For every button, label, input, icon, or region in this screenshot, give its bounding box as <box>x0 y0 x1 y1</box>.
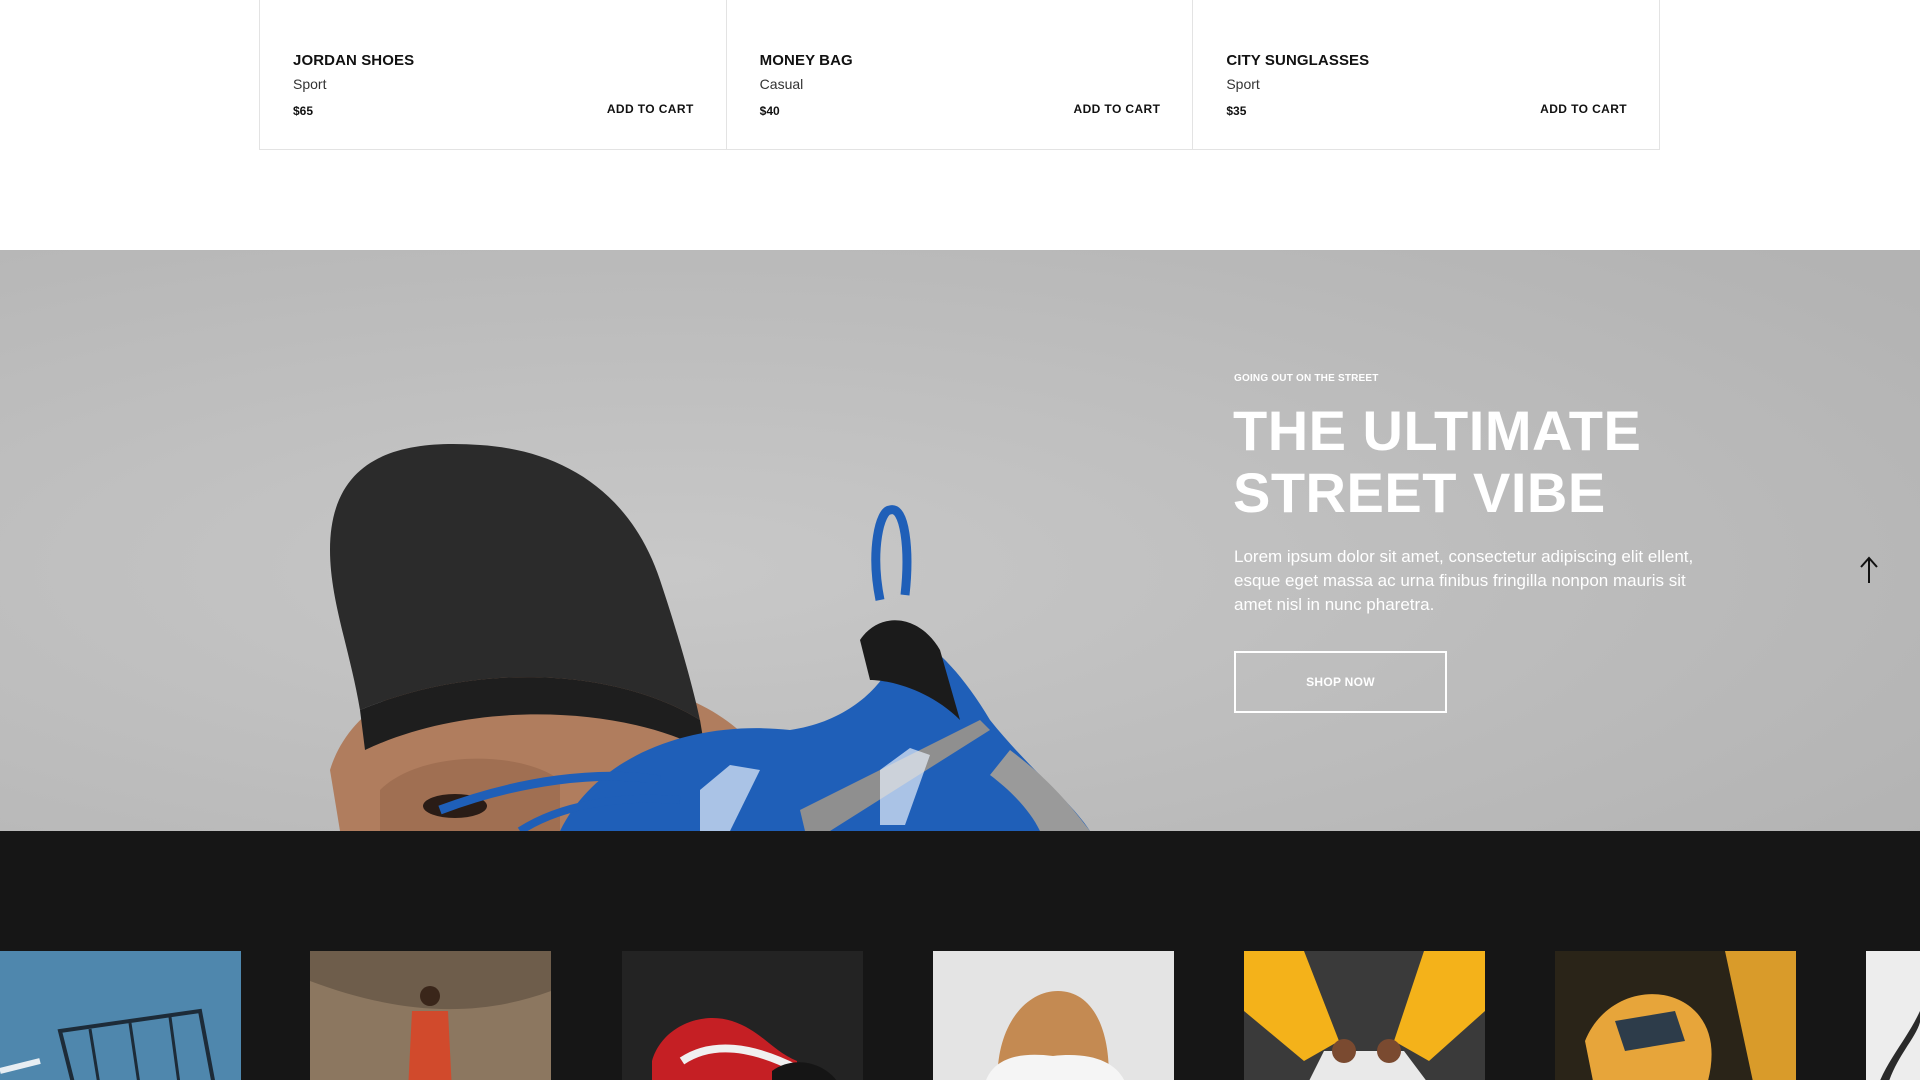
gallery-image[interactable] <box>1244 951 1485 1080</box>
product-price: $65 <box>293 104 314 118</box>
product-category: Casual <box>759 76 804 92</box>
add-to-cart-button[interactable]: ADD TO CART <box>1074 102 1161 116</box>
hero-title: THE ULTIMATE STREET VIBE <box>1233 400 1713 524</box>
gallery-image[interactable] <box>1866 951 1920 1080</box>
hero-image <box>0 250 1920 831</box>
hero-eyebrow: GOING OUT ON THE STREET <box>1234 373 1379 384</box>
product-name[interactable]: MONEY BAG <box>760 52 853 69</box>
hero-title-line-2: STREET VIBE <box>1233 461 1606 524</box>
gallery-image[interactable] <box>622 951 863 1080</box>
hero-title-line-1: THE ULTIMATE <box>1233 399 1642 462</box>
shop-now-button[interactable]: SHOP NOW <box>1234 651 1447 713</box>
product-price: $35 <box>1226 104 1247 118</box>
gallery-photo-yellow-sneakers <box>1555 951 1796 1080</box>
gallery-image[interactable] <box>310 951 551 1080</box>
arrow-up-icon <box>1860 556 1878 583</box>
product-category: Sport <box>1226 76 1260 92</box>
gallery-photo-tying-laces <box>1244 951 1485 1080</box>
gallery-image[interactable] <box>1555 951 1796 1080</box>
back-to-top-button[interactable] <box>1857 555 1881 585</box>
product-grid: JORDAN SHOES Sport $65 ADD TO CART MONEY… <box>259 0 1660 150</box>
add-to-cart-button[interactable]: ADD TO CART <box>607 102 694 116</box>
product-price: $40 <box>759 104 780 118</box>
product-card[interactable]: MONEY BAG Casual $40 ADD TO CART <box>727 0 1194 149</box>
gallery-image[interactable] <box>0 951 241 1080</box>
product-card[interactable]: JORDAN SHOES Sport $65 ADD TO CART <box>260 0 727 149</box>
add-to-cart-button[interactable]: ADD TO CART <box>1540 102 1627 116</box>
instagram-gallery <box>0 831 1920 1080</box>
gallery-image[interactable] <box>933 951 1174 1080</box>
gallery-photo-white-shoe <box>1866 951 1920 1080</box>
gallery-photo-white-hoodie <box>933 951 1174 1080</box>
gallery-photo-skatepark <box>310 951 551 1080</box>
product-category: Sport <box>293 76 327 92</box>
product-card[interactable]: CITY SUNGLASSES Sport $35 ADD TO CART <box>1193 0 1659 149</box>
gallery-photo-basketball-hoop <box>0 951 241 1080</box>
gallery-photo-red-sneakers <box>622 951 863 1080</box>
product-name[interactable]: CITY SUNGLASSES <box>1226 52 1369 69</box>
product-name[interactable]: JORDAN SHOES <box>293 52 414 69</box>
hero-description: Lorem ipsum dolor sit amet, consectetur … <box>1234 547 1694 614</box>
hero-banner: GOING OUT ON THE STREET THE ULTIMATE STR… <box>0 250 1920 831</box>
